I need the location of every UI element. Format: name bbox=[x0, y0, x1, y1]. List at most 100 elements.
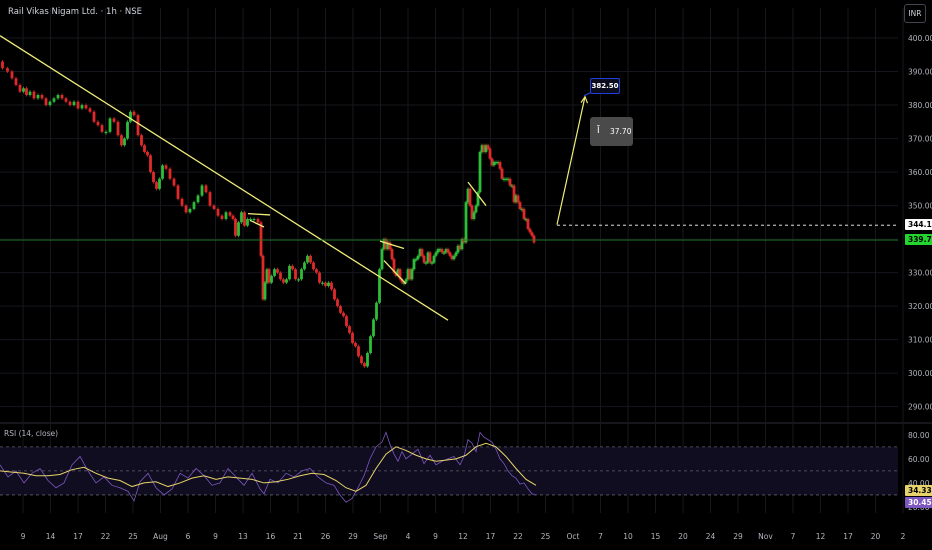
last-price-tag: 339.70 bbox=[905, 234, 932, 246]
candle-body bbox=[168, 168, 172, 179]
time-tick-label: 9 bbox=[21, 532, 26, 541]
candle-body bbox=[306, 255, 309, 263]
horizontal-line-price-tag: 344.15 bbox=[905, 219, 932, 231]
rsi-tick-label: 60.00 bbox=[908, 455, 930, 464]
candle-body bbox=[161, 165, 164, 179]
candle-body bbox=[318, 272, 321, 283]
candle-body bbox=[1, 61, 4, 69]
rsi-indicator-label[interactable]: RSI (14, close) bbox=[4, 429, 58, 438]
candle-body bbox=[380, 249, 384, 270]
price-chart[interactable]: 290.00300.00310.00320.00330.00340.00350.… bbox=[0, 0, 932, 550]
time-tick-label: 9 bbox=[433, 532, 438, 541]
candle-body bbox=[430, 262, 434, 264]
candle-body bbox=[522, 208, 526, 219]
candle-body bbox=[88, 108, 92, 112]
candle-body bbox=[285, 279, 288, 283]
time-tick-label: Nov bbox=[758, 532, 773, 541]
candle-body bbox=[486, 145, 490, 149]
price-tick-label: 360.00 bbox=[908, 168, 932, 177]
candle-body bbox=[256, 218, 260, 223]
price-range-measure[interactable]: Ī 37.70 bbox=[590, 117, 633, 146]
trendline[interactable] bbox=[247, 212, 271, 216]
candle-body bbox=[327, 282, 330, 286]
candle-body bbox=[428, 252, 432, 263]
time-tick-label: Sep bbox=[373, 532, 387, 541]
rsi-ma-value-tag: 30.45 bbox=[905, 497, 932, 508]
candle-body bbox=[192, 202, 196, 209]
candle-body bbox=[18, 84, 22, 92]
candle-body bbox=[184, 205, 188, 213]
candle-body bbox=[348, 326, 351, 333]
candle-body bbox=[339, 306, 342, 313]
time-tick-label: 26 bbox=[321, 532, 331, 541]
candle-body bbox=[500, 168, 504, 179]
candle-body bbox=[422, 255, 426, 263]
candle-body bbox=[369, 336, 372, 353]
candle-body bbox=[263, 282, 267, 300]
time-tick-label: 17 bbox=[843, 532, 853, 541]
candle-body bbox=[498, 162, 502, 169]
time-tick-label: 22 bbox=[513, 532, 523, 541]
time-tick-label: 22 bbox=[101, 532, 111, 541]
price-tick-label: 320.00 bbox=[908, 302, 932, 311]
candle-body bbox=[136, 115, 140, 136]
time-tick-label: 14 bbox=[46, 532, 56, 541]
candle-body bbox=[363, 363, 366, 367]
candle-body bbox=[336, 299, 339, 307]
candle-body bbox=[204, 185, 208, 193]
candle-body bbox=[234, 218, 237, 236]
price-tick-label: 310.00 bbox=[908, 336, 932, 345]
candle-body bbox=[300, 269, 303, 280]
rsi-value-tag: 34.33 bbox=[905, 485, 932, 496]
candle-body bbox=[220, 215, 224, 219]
candle-body bbox=[196, 195, 200, 203]
candle-body bbox=[508, 178, 512, 186]
candle-body bbox=[240, 212, 243, 223]
time-tick-label: 29 bbox=[348, 532, 358, 541]
candle-body bbox=[468, 188, 472, 206]
candle-body bbox=[22, 88, 25, 92]
candle-body bbox=[36, 95, 40, 99]
candle-body bbox=[126, 121, 129, 139]
candle-body bbox=[420, 249, 424, 256]
price-tick-label: 390.00 bbox=[908, 68, 932, 77]
price-series bbox=[1, 60, 536, 368]
candle-body bbox=[231, 215, 235, 219]
candle-body bbox=[330, 282, 333, 290]
candle-body bbox=[410, 269, 414, 280]
time-tick-label: 29 bbox=[733, 532, 743, 541]
candle-body bbox=[14, 78, 18, 85]
target-price-callout[interactable]: 382.50 bbox=[590, 78, 620, 94]
time-tick-label: 20 bbox=[871, 532, 881, 541]
price-tick-label: 400.00 bbox=[908, 34, 932, 43]
time-tick-label: Aug bbox=[153, 532, 168, 541]
time-tick-label: 15 bbox=[651, 532, 661, 541]
time-tick-label: 25 bbox=[128, 532, 138, 541]
range-icon: Ī bbox=[597, 126, 600, 136]
price-tick-label: 300.00 bbox=[908, 369, 932, 378]
candle-body bbox=[259, 222, 263, 256]
time-tick-label: 2 bbox=[901, 532, 906, 541]
candle-body bbox=[84, 105, 88, 109]
candle-body bbox=[345, 316, 348, 327]
candle-body bbox=[526, 218, 530, 230]
candle-body bbox=[116, 121, 120, 136]
candle-body bbox=[372, 319, 375, 337]
candle-body bbox=[267, 269, 271, 283]
time-tick-label: 7 bbox=[598, 532, 603, 541]
candle-body bbox=[188, 208, 192, 213]
candle-body bbox=[474, 205, 478, 213]
candle-body bbox=[448, 252, 452, 256]
currency-button[interactable]: INR bbox=[904, 4, 926, 23]
candle-body bbox=[112, 118, 116, 122]
candle-body bbox=[516, 195, 520, 203]
candle-body bbox=[72, 101, 76, 106]
time-tick-label: 4 bbox=[406, 532, 411, 541]
candle-body bbox=[297, 279, 300, 281]
time-tick-label: 24 bbox=[706, 532, 716, 541]
candle-body bbox=[216, 208, 220, 216]
candle-body bbox=[44, 98, 48, 106]
candle-body bbox=[360, 356, 363, 364]
symbol-title[interactable]: Rail Vikas Nigam Ltd. · 1h · NSE bbox=[8, 7, 142, 17]
candle-body bbox=[366, 352, 369, 367]
